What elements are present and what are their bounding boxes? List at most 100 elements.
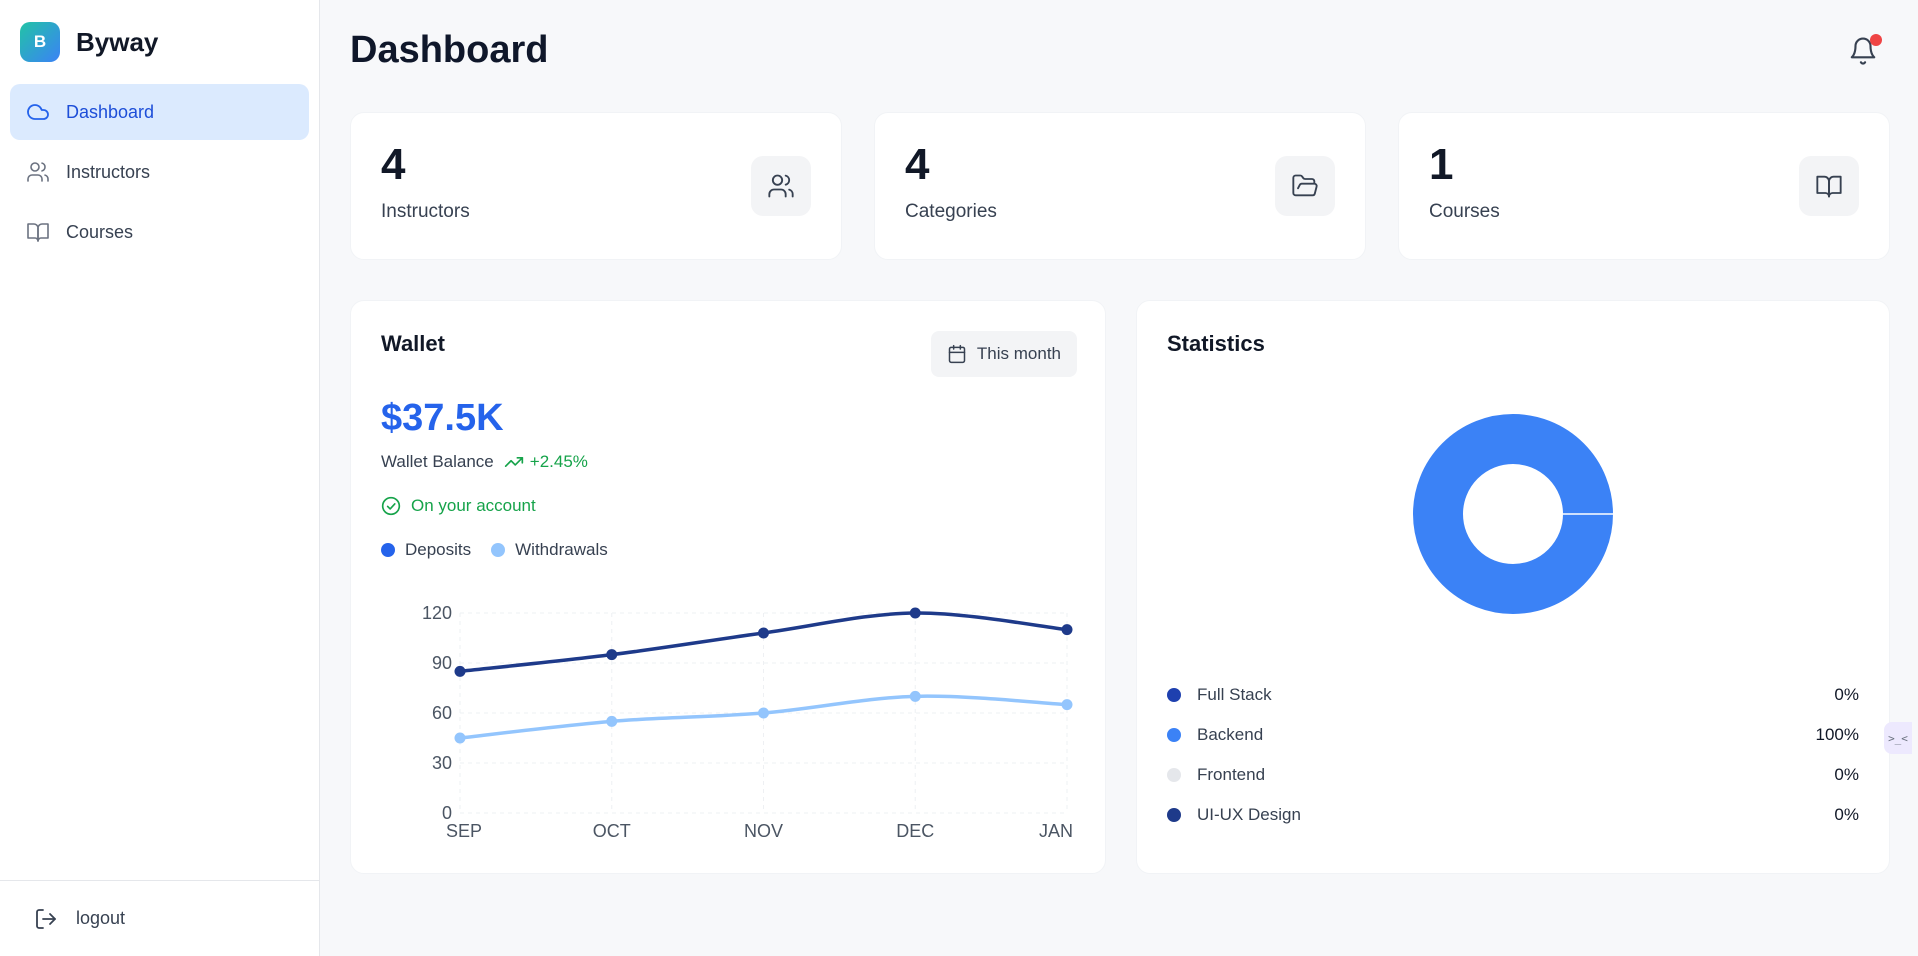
logout-label: logout: [76, 908, 126, 928]
statistics-list: Full Stack 0% Backend 100% Frontend 0% U…: [1167, 675, 1859, 835]
statistics-label: Full Stack: [1197, 685, 1272, 704]
stat-label: Courses: [1429, 201, 1500, 222]
account-note: On your account: [381, 496, 1075, 516]
logout-icon: [34, 907, 58, 931]
folder-open-icon: [1275, 156, 1335, 216]
stat-value: 1: [1429, 140, 1454, 189]
data-point-withdrawals: [909, 690, 921, 702]
wallet-change-value: +2.45%: [529, 452, 588, 471]
data-point-deposits: [758, 627, 769, 639]
sidebar-item-label: Dashboard: [66, 101, 155, 122]
stat-card-courses: 1 Courses: [1398, 112, 1890, 260]
page-title: Dashboard: [350, 28, 549, 71]
y-tick-label: 30: [432, 753, 452, 773]
statistics-pct: 0%: [1834, 805, 1859, 824]
legend-swatch-deposits: [381, 543, 395, 557]
y-tick-label: 0: [442, 803, 452, 823]
statistics-pct: 100%: [1815, 725, 1859, 744]
period-label: This month: [976, 344, 1061, 363]
statistics-donut-chart: [1413, 414, 1614, 614]
users-icon: [751, 156, 811, 216]
statistics-label: UI-UX Design: [1197, 805, 1301, 824]
brand-name[interactable]: Byway: [76, 27, 158, 58]
statistics-row-backend: Backend 100%: [1167, 715, 1859, 755]
calendar-icon: [948, 344, 966, 364]
wallet-change: +2.45%: [504, 452, 588, 472]
data-point-deposits: [606, 649, 618, 661]
statistics-row-ui-ux-design: UI-UX Design 0%: [1167, 795, 1859, 835]
sidebar-item-label: Instructors: [66, 161, 151, 182]
legend-label: Withdrawals: [515, 540, 608, 559]
panels: Wallet This month $37.5K Wallet Balance …: [350, 300, 1890, 874]
notifications-button[interactable]: [1848, 34, 1882, 66]
data-point-deposits: [909, 607, 921, 619]
wallet-panel: Wallet This month $37.5K Wallet Balance …: [350, 300, 1106, 874]
data-point-withdrawals: [606, 715, 618, 727]
statistics-pct: 0%: [1834, 765, 1859, 784]
brand-logo[interactable]: B: [20, 22, 60, 62]
statistics-swatch: [1167, 728, 1181, 742]
y-tick-label: 60: [432, 703, 452, 723]
wallet-line-chart: 0 30 60 90 120 SEP OCT NOV DEC JAN: [422, 603, 1073, 837]
period-select-button[interactable]: This month: [930, 331, 1077, 377]
main-content: Dashboard 4 Instructors 4 Categories 1 C…: [320, 0, 1918, 956]
stats-row: 4 Instructors 4 Categories 1 Courses: [350, 112, 1890, 260]
stat-card-categories: 4 Categories: [874, 112, 1366, 260]
x-tick-label: OCT: [593, 821, 631, 837]
stat-label: Categories: [905, 201, 997, 222]
statistics-title: Statistics: [1167, 331, 1265, 356]
chart-legend: Deposits Withdrawals: [381, 540, 1075, 560]
data-point-deposits: [1061, 624, 1073, 636]
stat-value: 4: [381, 140, 406, 189]
legend-label: Deposits: [405, 540, 472, 559]
statistics-row-full-stack: Full Stack 0%: [1167, 675, 1859, 715]
legend-swatch-withdrawals: [491, 543, 506, 557]
app: B Byway Dashboard Instructors Courses lo…: [0, 0, 1918, 956]
x-tick-label: SEP: [446, 821, 482, 837]
x-tick-label: NOV: [744, 821, 783, 837]
statistics-pct: 0%: [1834, 685, 1859, 704]
sidebar-item-dashboard[interactable]: Dashboard: [10, 84, 309, 140]
legend-item-withdrawals[interactable]: Withdrawals: [491, 540, 608, 560]
stat-card-instructors: 4 Instructors: [350, 112, 842, 260]
users-icon: [26, 160, 50, 184]
statistics-label: Frontend: [1197, 765, 1266, 784]
account-note-text: On your account: [411, 496, 536, 515]
sidebar-item-courses[interactable]: Courses: [10, 204, 309, 260]
topbar: Dashboard: [350, 0, 1890, 102]
wallet-balance-label: Wallet Balance: [381, 452, 494, 471]
legend-item-deposits[interactable]: Deposits: [381, 540, 471, 560]
sidebar-nav: Dashboard Instructors Courses: [0, 84, 319, 260]
statistics-label: Backend: [1197, 725, 1264, 744]
x-tick-label: JAN: [1039, 821, 1073, 837]
wallet-amount: $37.5K: [381, 397, 504, 439]
chat-widget-tab[interactable]: >_<: [1884, 722, 1912, 754]
cloud-icon: [26, 100, 50, 124]
statistics-swatch: [1167, 688, 1181, 702]
book-icon: [26, 220, 50, 244]
sidebar-item-instructors[interactable]: Instructors: [10, 144, 309, 200]
sidebar: B Byway Dashboard Instructors Courses lo…: [0, 0, 320, 956]
y-tick-label: 90: [432, 653, 452, 673]
data-point-deposits: [454, 665, 466, 677]
data-point-withdrawals: [758, 707, 769, 719]
statistics-swatch: [1167, 768, 1181, 782]
brand: B Byway: [0, 0, 319, 84]
sidebar-item-label: Courses: [66, 221, 134, 242]
check-circle-icon: [381, 496, 401, 516]
trending-up-icon: [504, 457, 523, 467]
logout-button[interactable]: logout: [0, 880, 319, 956]
donut-chart-wrap: [1167, 413, 1859, 615]
stat-label: Instructors: [381, 201, 470, 222]
statistics-row-frontend: Frontend 0%: [1167, 755, 1859, 795]
notification-badge: [1870, 34, 1882, 46]
x-tick-label: DEC: [896, 821, 934, 837]
stat-value: 4: [905, 140, 930, 189]
y-tick-label: 120: [422, 603, 452, 623]
statistics-panel: Statistics Full Stack 0% Backend 100% Fr…: [1136, 300, 1890, 874]
data-point-withdrawals: [1061, 699, 1073, 711]
book-open-icon: [1799, 156, 1859, 216]
statistics-swatch: [1167, 808, 1181, 822]
data-point-withdrawals: [454, 732, 466, 744]
wallet-balance-row: Wallet Balance +2.45%: [381, 452, 1075, 472]
